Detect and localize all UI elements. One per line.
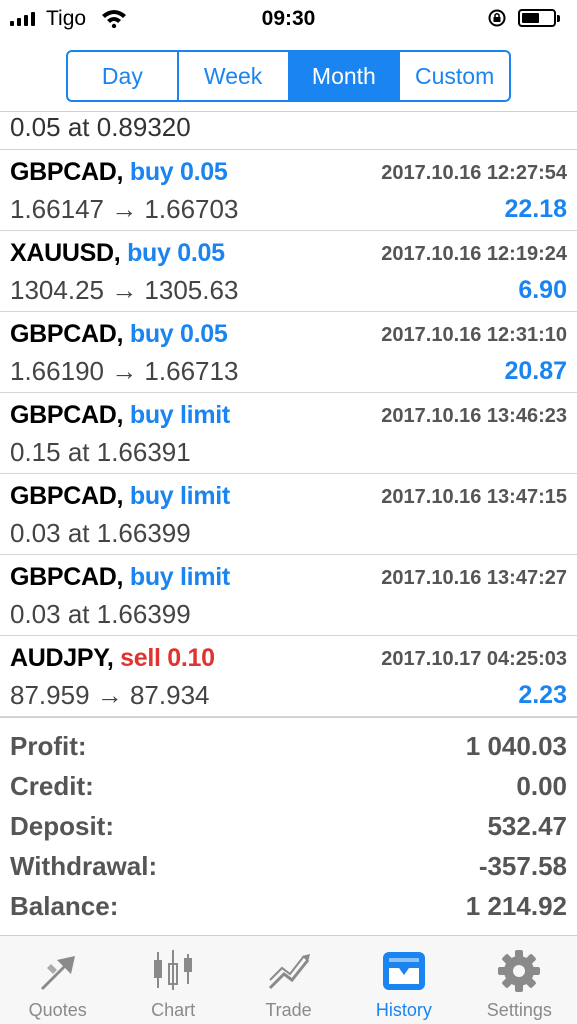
history-row[interactable]: AUDJPY, sell 0.10 2017.10.17 04:25:03 87.9… xyxy=(0,636,577,717)
tab-bar: Quotes Chart Trade History Settings xyxy=(0,935,577,1024)
tab-chart-label: Chart xyxy=(151,1000,196,1020)
quotes-icon xyxy=(40,956,75,990)
history-row[interactable]: GBPCAD, buy limit 2017.10.16 13:47:15 0.03… xyxy=(0,474,577,555)
summary-label: Deposit: xyxy=(10,811,114,841)
status-bar: Tigo 09:30 xyxy=(0,0,577,40)
summary-label: Credit: xyxy=(10,771,94,801)
row-title: GBPCAD, buy limit xyxy=(10,482,230,511)
segment-week[interactable]: Week xyxy=(179,52,290,100)
row-action: buy limit xyxy=(129,563,230,591)
rotation-lock-icon xyxy=(488,9,506,27)
row-symbol: GBPCAD, xyxy=(10,158,124,186)
summary-row: Profit: 1 040.03 xyxy=(0,727,577,767)
battery-icon xyxy=(518,9,560,27)
tab-chart[interactable]: Chart xyxy=(115,936,230,1024)
row-date: 2017.10.16 12:19:24 xyxy=(381,243,567,265)
row-action: buy limit xyxy=(129,482,230,510)
period-segmented-control: Day Week Month Custom xyxy=(66,50,511,102)
row-detail: 0.15 at 1.66391 xyxy=(10,437,191,467)
history-row[interactable]: GBPCAD, buy 0.05 2017.10.16 12:31:10 1.661… xyxy=(0,312,577,393)
chart-icon xyxy=(154,950,193,990)
row-title: XAUUSD, buy 0.05 xyxy=(10,239,225,268)
row-symbol: XAUUSD, xyxy=(10,239,121,267)
tab-settings-label: Settings xyxy=(486,1000,552,1020)
row-symbol: GBPCAD, xyxy=(10,563,124,591)
row-title: AUDJPY, sell 0.10 xyxy=(10,644,215,673)
summary-label: Profit: xyxy=(10,731,87,761)
row-title: GBPCAD, buy 0.05 xyxy=(10,158,228,187)
row-detail: 0.03 at 1.66399 xyxy=(10,518,191,548)
summary-row: Deposit: 532.47 xyxy=(0,807,577,847)
tab-quotes-label: Quotes xyxy=(28,1000,87,1020)
tab-quotes[interactable]: Quotes xyxy=(0,936,115,1024)
row-detail: 1.66190 → 1.66713 xyxy=(10,356,239,386)
segment-day[interactable]: Day xyxy=(68,52,179,100)
partial-history-row-detail: 0.05 at 0.89320 xyxy=(10,112,191,142)
history-row[interactable]: GBPCAD, buy limit 2017.10.16 13:47:27 0.03… xyxy=(0,555,577,636)
history-icon xyxy=(382,952,425,990)
row-detail: 87.959 → 87.934 xyxy=(10,680,210,710)
row-profit: 20.87 xyxy=(504,357,567,385)
row-profit: 6.90 xyxy=(518,276,567,304)
row-profit: 22.18 xyxy=(504,195,567,223)
summary-row: Withdrawal: -357.58 xyxy=(0,847,577,887)
summary-row: Balance: 1 214.92 xyxy=(0,887,577,927)
tab-history-label: History xyxy=(375,1000,432,1020)
settings-icon xyxy=(498,950,541,992)
history-row[interactable]: GBPCAD, buy limit 2017.10.16 13:46:23 0.15… xyxy=(0,393,577,474)
summary-value: 0.00 xyxy=(516,771,567,801)
row-title: GBPCAD, buy limit xyxy=(10,401,230,430)
history-row[interactable]: GBPCAD, buy 0.05 2017.10.16 12:27:54 1.661… xyxy=(0,150,577,231)
trade-icon xyxy=(268,954,310,990)
row-symbol: GBPCAD, xyxy=(10,482,124,510)
summary-divider xyxy=(0,717,577,718)
row-title: GBPCAD, buy 0.05 xyxy=(10,320,228,349)
row-date: 2017.10.16 13:47:27 xyxy=(381,567,567,589)
tab-trade[interactable]: Trade xyxy=(231,936,346,1024)
summary-value: 1 040.03 xyxy=(465,731,567,761)
row-symbol: AUDJPY, xyxy=(10,644,114,672)
row-date: 2017.10.17 04:25:03 xyxy=(381,648,567,670)
segment-month[interactable]: Month xyxy=(289,52,401,100)
summary-label: Balance: xyxy=(10,891,119,921)
tab-history[interactable]: History xyxy=(346,936,461,1024)
row-title: GBPCAD, buy limit xyxy=(10,563,230,592)
row-symbol: GBPCAD, xyxy=(10,401,124,429)
summary-value: -357.58 xyxy=(478,851,567,881)
summary-label: Withdrawal: xyxy=(10,851,158,881)
row-detail: 0.03 at 1.66399 xyxy=(10,599,191,629)
row-action: sell 0.10 xyxy=(120,644,215,672)
row-date: 2017.10.16 13:47:15 xyxy=(381,486,567,508)
row-action: buy 0.05 xyxy=(129,158,228,186)
row-date: 2017.10.16 12:31:10 xyxy=(381,324,567,346)
tab-trade-label: Trade xyxy=(265,1000,312,1020)
segment-custom[interactable]: Custom xyxy=(400,52,509,100)
row-action: buy 0.05 xyxy=(127,239,225,267)
tab-settings[interactable]: Settings xyxy=(462,936,577,1024)
row-symbol: GBPCAD, xyxy=(10,320,124,348)
summary-value: 532.47 xyxy=(487,811,567,841)
row-date: 2017.10.16 12:27:54 xyxy=(381,162,567,184)
summary-row: Credit: 0.00 xyxy=(0,767,577,807)
row-action: buy limit xyxy=(129,401,230,429)
row-detail: 1.66147 → 1.66703 xyxy=(10,194,239,224)
row-date: 2017.10.16 13:46:23 xyxy=(381,405,567,427)
summary-value: 1 214.92 xyxy=(465,891,567,921)
row-action: buy 0.05 xyxy=(129,320,228,348)
row-profit: 2.23 xyxy=(518,681,567,709)
history-row[interactable]: XAUUSD, buy 0.05 2017.10.16 12:19:24 1304.… xyxy=(0,231,577,312)
row-detail: 1304.25 → 1305.63 xyxy=(10,275,239,305)
